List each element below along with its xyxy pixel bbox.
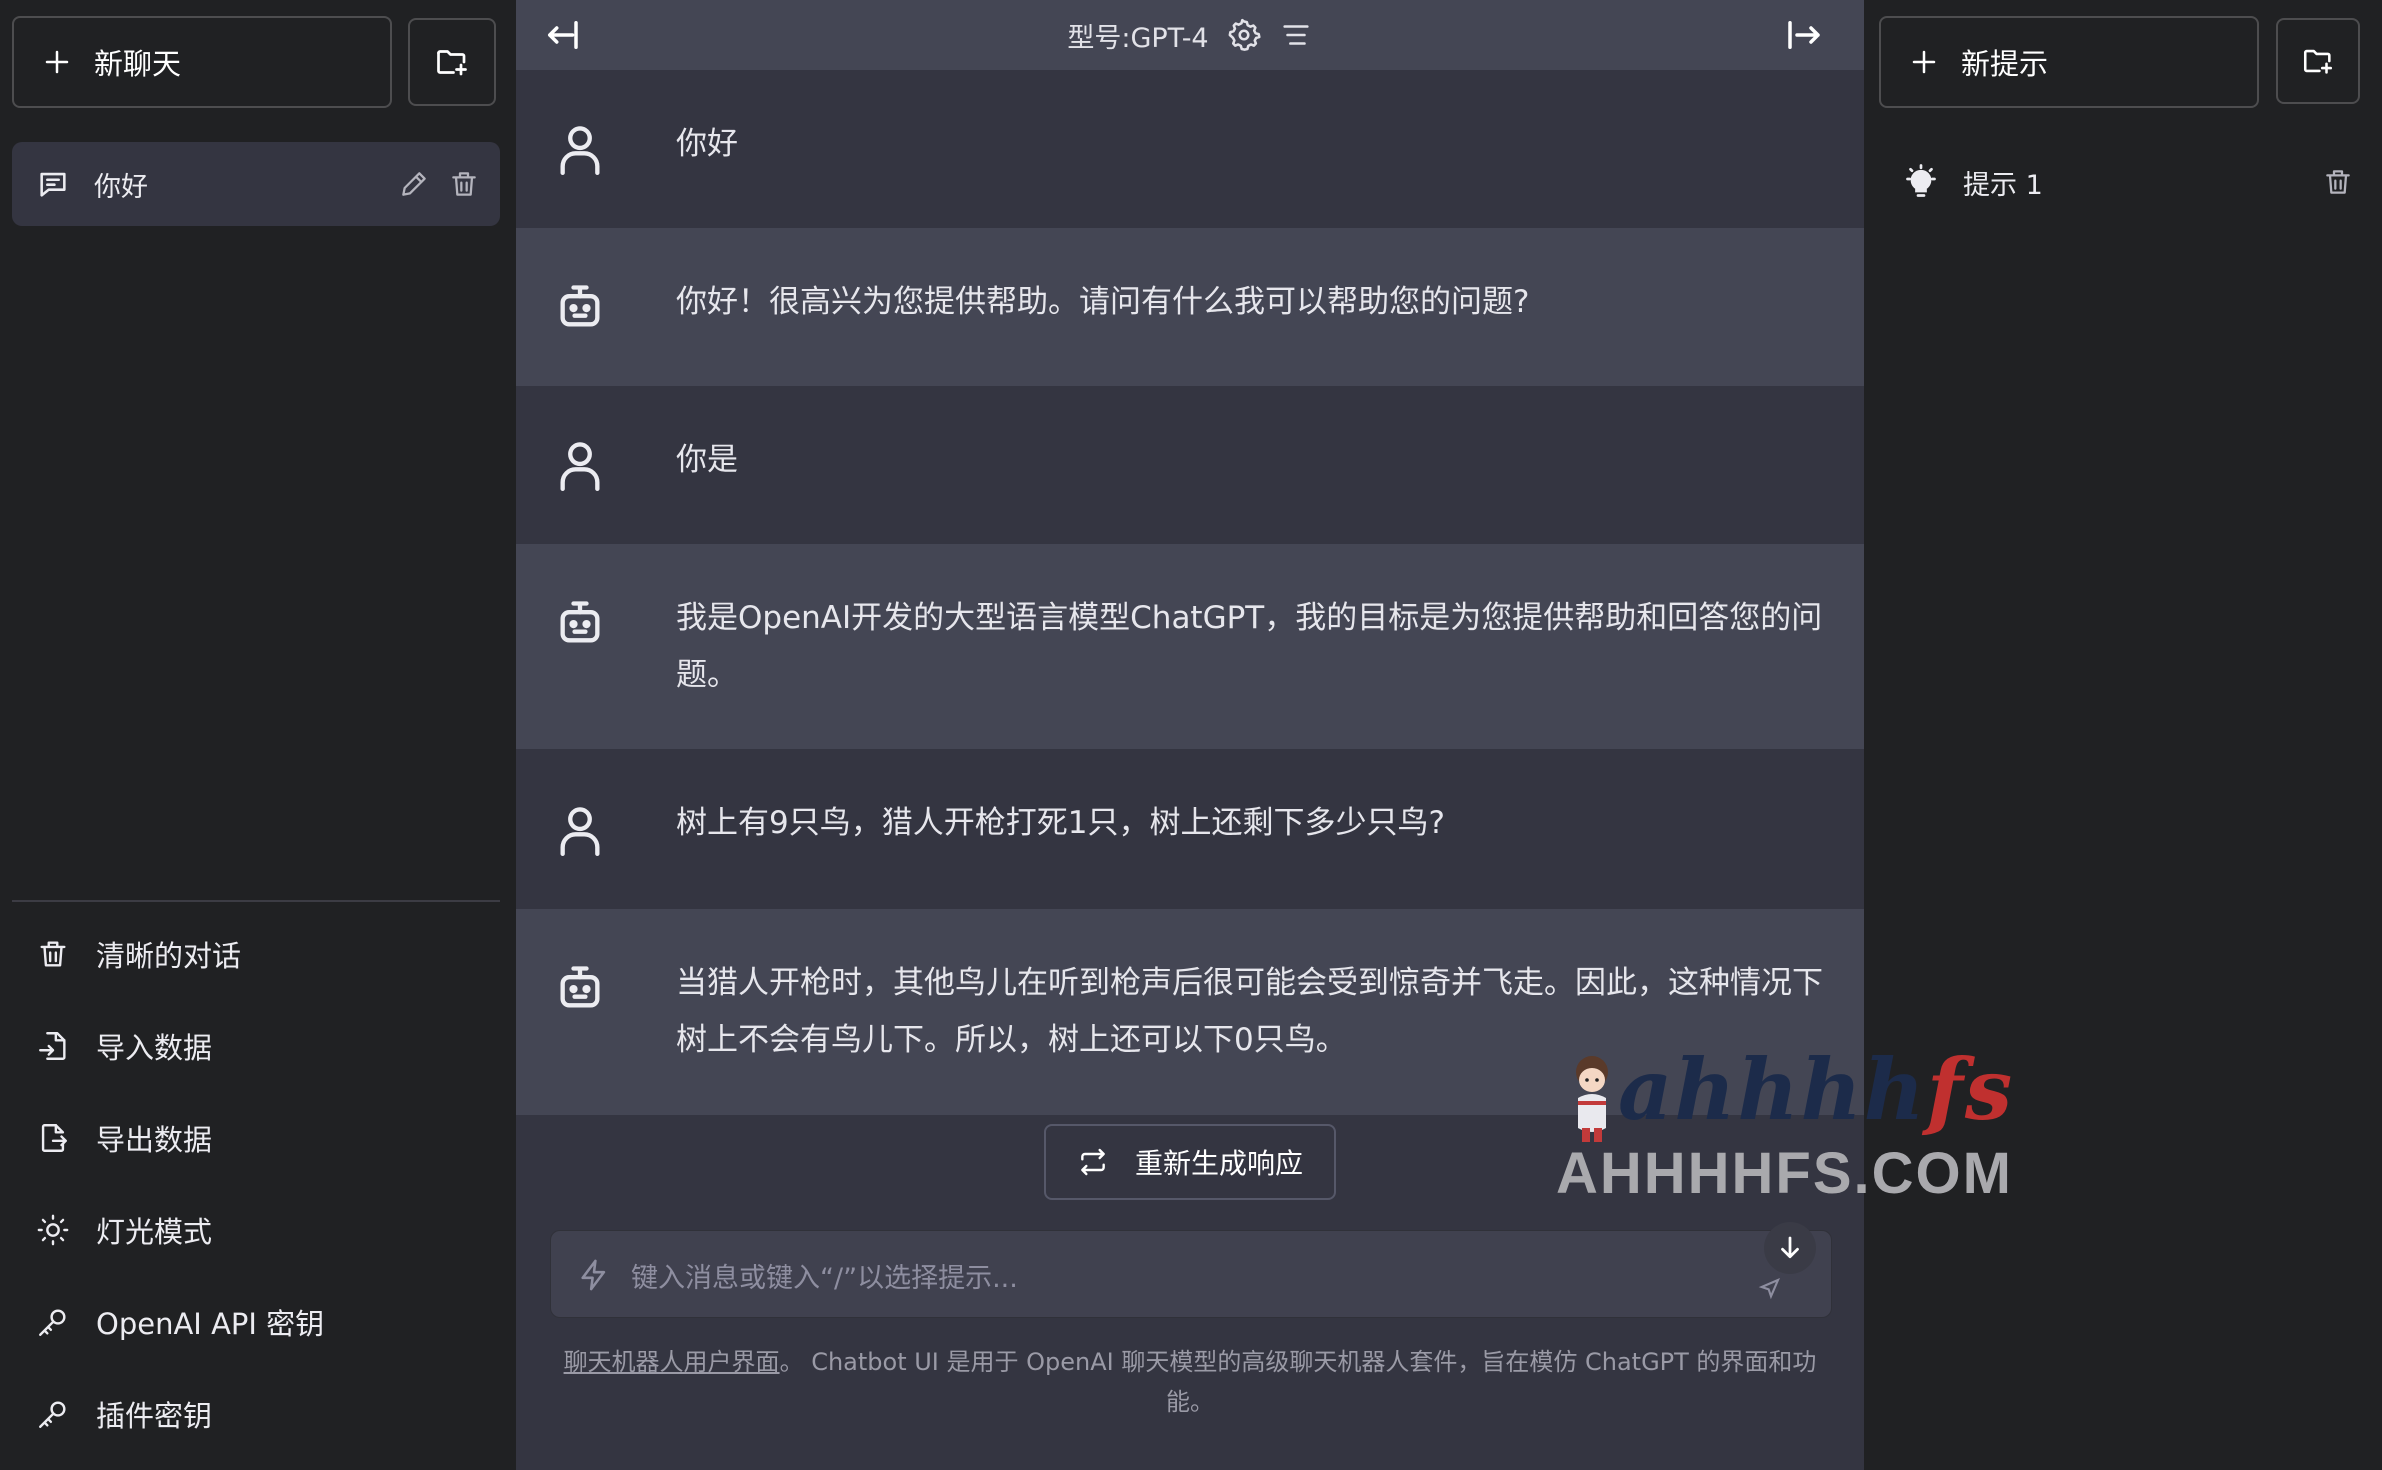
- menu-label: 导出数据: [96, 1123, 213, 1157]
- mascot-icon: [1564, 1048, 1620, 1148]
- robot-icon: [554, 596, 606, 650]
- user-icon: [554, 436, 606, 494]
- robot-icon: [554, 280, 606, 334]
- pencil-icon[interactable]: [398, 168, 430, 200]
- scroll-down-button[interactable]: [1764, 1222, 1816, 1274]
- message-user: 你好: [516, 70, 1864, 228]
- clear-conversations-item[interactable]: 清晰的对话: [12, 914, 500, 994]
- regenerate-label: 重新生成响应: [1134, 1147, 1303, 1180]
- file-export-icon: [36, 1121, 96, 1155]
- message-assistant: 我是OpenAI开发的大型语言模型ChatGPT，我的目标是为您提供帮助和回答您…: [516, 544, 1864, 749]
- clear-lines-icon[interactable]: [1279, 18, 1313, 52]
- openai-api-key-item[interactable]: OpenAI API 密钥: [12, 1282, 500, 1362]
- bolt-icon[interactable]: [577, 1257, 611, 1293]
- plus-icon: [1909, 47, 1939, 77]
- sidebar-divider: [12, 900, 500, 902]
- right-sidebar: 新提示 提示 1: [1865, 0, 2382, 1470]
- new-prompt-label: 新提示: [1961, 47, 2049, 81]
- light-mode-item[interactable]: 灯光模式: [12, 1190, 500, 1270]
- chat-header: 型号:GPT-4: [516, 0, 1864, 70]
- key-icon: [36, 1305, 96, 1339]
- prompt-item[interactable]: 提示 1: [1865, 148, 2382, 216]
- message-assistant: 你好！很高兴为您提供帮助。请问有什么我可以帮助您的问题?: [516, 228, 1864, 386]
- message-text: 树上有9只鸟，猎人开枪打死1只，树上还剩下多少只鸟?: [676, 805, 1445, 841]
- send-icon[interactable]: [1757, 1273, 1785, 1301]
- trash-icon: [36, 937, 96, 971]
- new-folder-button[interactable]: [2276, 18, 2360, 104]
- arrow-down-icon: [1775, 1233, 1805, 1263]
- message-text: 你好: [676, 126, 738, 162]
- robot-icon: [554, 961, 606, 1015]
- lightbulb-icon: [1903, 164, 1939, 200]
- new-chat-label: 新聊天: [94, 47, 182, 81]
- key-icon: [36, 1397, 96, 1431]
- model-label: 型号:GPT-4: [1067, 22, 1209, 54]
- plugin-keys-item[interactable]: 插件密钥: [12, 1374, 500, 1454]
- input-placeholder: 键入消息或键入“/”以选择提示...: [631, 1262, 1018, 1294]
- sun-icon: [36, 1213, 96, 1247]
- message-text: 你是: [676, 442, 738, 478]
- file-import-icon: [36, 1029, 96, 1063]
- export-data-item[interactable]: 导出数据: [12, 1098, 500, 1178]
- folder-plus-icon: [2301, 44, 2335, 78]
- chat-area: 型号:GPT-4 你好 你好！很高兴为您提供帮助。请问有什么我可以帮助您的问题?: [516, 0, 1864, 1470]
- left-sidebar: 新聊天 你好 清晰的对话 导入数据 导出数据 灯光模式 OpenAI API 密…: [0, 0, 515, 1470]
- message-text: 我是OpenAI开发的大型语言模型ChatGPT，我的目标是为您提供帮助和回答您…: [676, 600, 1823, 693]
- trash-icon[interactable]: [2322, 166, 2354, 198]
- prompt-label: 提示 1: [1963, 169, 2043, 201]
- menu-label: 清晰的对话: [96, 939, 242, 973]
- message-user: 你是: [516, 386, 1864, 544]
- footer-note: 聊天机器人用户界面。 Chatbot UI 是用于 OpenAI 聊天模型的高级…: [556, 1342, 1824, 1422]
- watermark-script: ahhhhfs: [1618, 1040, 2015, 1139]
- menu-label: 灯光模式: [96, 1215, 213, 1249]
- new-folder-button[interactable]: [408, 18, 496, 106]
- menu-label: 导入数据: [96, 1031, 213, 1065]
- message-icon: [36, 167, 70, 201]
- watermark: ahhhhfs AHHHHFS.COM: [1556, 1030, 2036, 1210]
- message-input[interactable]: 键入消息或键入“/”以选择提示...: [550, 1230, 1832, 1318]
- footer-link[interactable]: 聊天机器人用户界面: [564, 1348, 780, 1376]
- folder-plus-icon: [434, 44, 470, 80]
- message-user: 树上有9只鸟，猎人开枪打死1只，树上还剩下多少只鸟?: [516, 749, 1864, 909]
- new-prompt-button[interactable]: 新提示: [1879, 16, 2259, 108]
- refresh-icon: [1077, 1146, 1109, 1178]
- collapse-right-icon[interactable]: [1782, 14, 1826, 56]
- model-title-bar: 型号:GPT-4: [516, 0, 1864, 70]
- watermark-domain: AHHHHFS.COM: [1556, 1141, 2013, 1206]
- gear-icon[interactable]: [1227, 18, 1261, 52]
- menu-label: 插件密钥: [96, 1399, 213, 1433]
- import-data-item[interactable]: 导入数据: [12, 1006, 500, 1086]
- conversation-item[interactable]: 你好: [12, 142, 500, 226]
- trash-icon[interactable]: [448, 168, 480, 200]
- message-text: 你好！很高兴为您提供帮助。请问有什么我可以帮助您的问题?: [676, 284, 1530, 320]
- conversation-label: 你好: [94, 171, 148, 203]
- plus-icon: [42, 47, 72, 77]
- user-icon: [554, 120, 606, 178]
- user-icon: [554, 801, 606, 859]
- menu-label: OpenAI API 密钥: [96, 1307, 325, 1341]
- new-chat-button[interactable]: 新聊天: [12, 16, 392, 108]
- footer-text: 。 Chatbot UI 是用于 OpenAI 聊天模型的高级聊天机器人套件，旨…: [779, 1348, 1817, 1416]
- regenerate-response-button[interactable]: 重新生成响应: [1044, 1124, 1336, 1200]
